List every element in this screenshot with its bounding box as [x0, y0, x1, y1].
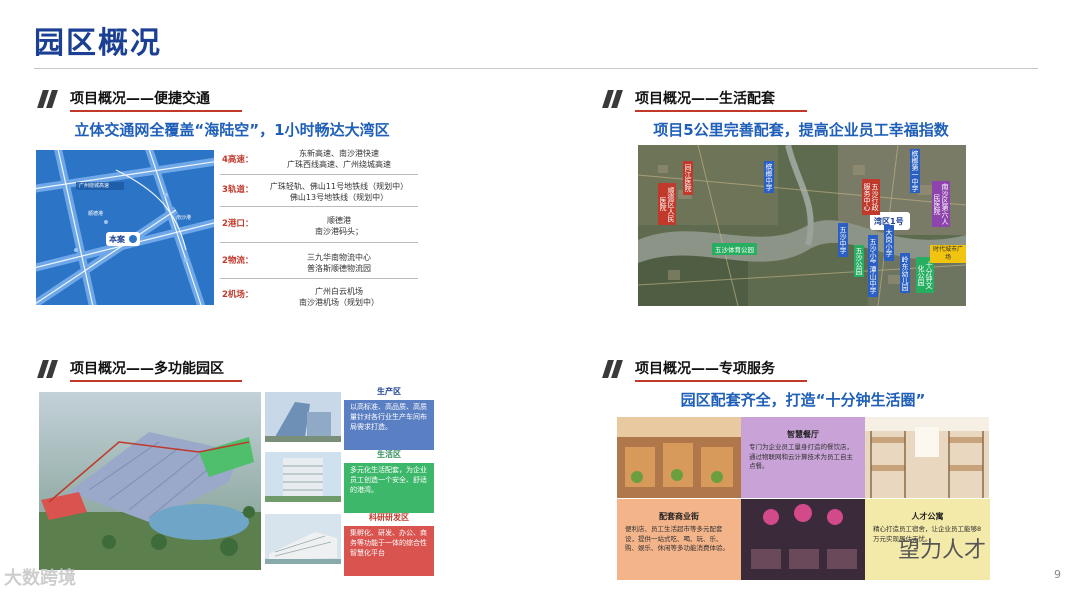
map-tag: 岭东幼儿园 [900, 253, 910, 293]
living-headline: 项目5公里完善配套，提高企业员工幸福指数 [653, 121, 949, 139]
page-title: 园区概况 [34, 26, 162, 61]
supermarket-photo [617, 417, 741, 498]
transport-headline: 立体交通网全覆盖“海陆空”，1小时畅达大湾区 [74, 121, 390, 139]
map-tag: 南沙区第六人民医院 [932, 181, 950, 227]
transport-value: 广珠西线高速、广州绕城高速 [287, 160, 391, 169]
transport-value: 顺德港 [327, 216, 351, 225]
map-tag: 大岗小学 [884, 225, 894, 261]
map-tag: 时代城市广场 [930, 245, 966, 263]
transport-row: 2港口： 顺德港南沙港码头； [220, 207, 418, 243]
research-zone-photo [265, 514, 341, 564]
page-number: 9 [1054, 568, 1061, 581]
section-mark-icon [37, 360, 58, 378]
park-section-title: 项目概况——多功能园区 [70, 361, 224, 377]
services-section-title: 项目概况——专项服务 [635, 361, 775, 377]
map-tag: 同江医院 [683, 161, 693, 195]
services-section-header: 项目概况——专项服务 [602, 358, 813, 382]
section-underline [635, 380, 807, 382]
map-label: 顺德港 [88, 211, 104, 217]
section-underline [635, 110, 807, 112]
satellite-map: 湾区1号 顺德区人民医院 同江医院 槟榔中学 五沙行政服务中心 槟榔第一中学 南… [638, 145, 966, 306]
zone-text: 多元化生活配套，为企业员工创造一个安全、舒适的港湾。 [350, 466, 427, 494]
transport-section-title: 项目概况——便捷交通 [70, 91, 210, 107]
dormitory-photo [865, 417, 989, 498]
transport-key: 2港口： [222, 219, 254, 229]
transport-row: 4高速： 东新高速、南沙港快速广珠西线高速、广州绕城高速 [220, 148, 418, 175]
map-project-label: 本案 [109, 235, 125, 244]
cell-text: 便利店、员工生活超市等多元配套设，提供一站式吃、喝、玩、乐、购、娱乐、休闲等多功… [625, 525, 729, 552]
transport-key: 2机场： [222, 290, 254, 300]
park-section-header: 项目概况——多功能园区 [37, 358, 248, 382]
section-mark-icon [602, 360, 623, 378]
transport-value: 南沙港码头； [315, 227, 363, 236]
restaurant-photo [741, 499, 865, 580]
section-underline [70, 380, 242, 382]
living-zone-photo [265, 452, 341, 502]
transport-key: 3轨道： [222, 185, 254, 195]
section-mark-icon [37, 90, 58, 108]
commercial-street-card: 配套商业街 便利店、员工生活超市等多元配套设，提供一站式吃、喝、玩、乐、购、娱乐… [617, 499, 741, 580]
transport-value: 广珠轻轨、佛山11号地铁线（规划中） [269, 182, 409, 191]
transport-value: 三九华南物流中心 [307, 253, 371, 262]
transport-value: 南沙港机场（规划中） [299, 298, 379, 307]
map-tag: 五沙行政服务中心 [862, 179, 880, 215]
transport-row: 2物流： 三九华南物流中心 普洛斯顺德物流园 [220, 243, 418, 279]
transport-row: 3轨道： 广珠轻轨、佛山11号地铁线（规划中） 佛山13号地铁线（规划中） [220, 175, 418, 207]
living-section-title: 项目概况——生活配套 [635, 91, 775, 107]
services-headline: 园区配套齐全，打造“十分钟生活圈” [680, 391, 926, 409]
transport-value: 普洛斯顺德物流园 [307, 264, 371, 273]
cell-title: 人才公寓 [911, 512, 944, 521]
transport-section-header: 项目概况——便捷交通 [37, 88, 248, 112]
map-label: 广州绕城高速 [79, 183, 110, 189]
transport-value: 广州白云机场 [315, 287, 363, 296]
living-section-header: 项目概况——生活配套 [602, 88, 813, 112]
smart-canteen-card: 智慧餐厅 专门为企业员工量身打造的餐饮店，通过物联网和云计算技术为员工自主点餐。 [741, 417, 865, 498]
zone-text: 集孵化、研发、办公、商务等功能于一体的综合性智慧化平台 [350, 529, 427, 557]
cell-title: 智慧餐厅 [787, 430, 819, 439]
watermark-left: 大数跨境 [4, 568, 76, 589]
map-tag: 槟榔中学 [764, 161, 774, 193]
map-tag: 五沙中学 [838, 223, 848, 257]
cell-text: 专门为企业员工量身打造的餐饮店，通过物联网和云计算技术为员工自主点餐。 [749, 443, 853, 470]
production-zone-card: 生产区 以高标准、高品质、高质量针对各行业生产车间布局需求打造。 [344, 387, 434, 450]
watermark-right: 望力人才 [898, 538, 987, 563]
zone-title: 科研研发区 [369, 513, 409, 522]
transport-value: 东新高速、南沙港快速 [299, 149, 379, 158]
park-rendering [39, 392, 261, 570]
living-zone-card: 生活区 多元化生活配套，为企业员工创造一个安全、舒适的港湾。 [344, 450, 434, 513]
map-tag: 潭山中学 [868, 263, 878, 297]
zone-title: 生产区 [377, 387, 401, 396]
transport-key: 4高速： [222, 155, 254, 165]
map-tag: 五沙公园 [854, 245, 864, 277]
map-tag: 顺德区人民医院 [658, 183, 676, 225]
zone-title: 生活区 [377, 450, 401, 459]
production-zone-photo [265, 392, 341, 442]
cell-title: 配套商业街 [659, 512, 699, 521]
park-aerial-graphic [39, 392, 261, 570]
transport-list: 4高速： 东新高速、南沙港快速广珠西线高速、广州绕城高速 3轨道： 广珠轻轨、佛… [220, 148, 418, 311]
transport-map: 广州绕城高速 本案 顺德港 南沙港 [36, 150, 214, 305]
road-map-graphic [36, 150, 214, 305]
zone-text: 以高标准、高品质、高质量针对各行业生产车间布局需求打造。 [350, 403, 427, 431]
title-divider [34, 68, 1038, 69]
transport-key: 2物流： [222, 256, 254, 266]
map-tag: 五沙体育公园 [712, 243, 757, 255]
transport-value: 佛山13号地铁线（规划中） [289, 193, 389, 202]
section-underline [70, 110, 242, 112]
transport-row: 2机场： 广州白云机场南沙港机场（规划中） [220, 279, 418, 311]
section-mark-icon [602, 90, 623, 108]
research-zone-card: 科研研发区 集孵化、研发、办公、商务等功能于一体的综合性智慧化平台 [344, 513, 434, 576]
map-tag: 槟榔第一中学 [910, 149, 920, 193]
map-label: 南沙港 [176, 215, 192, 221]
